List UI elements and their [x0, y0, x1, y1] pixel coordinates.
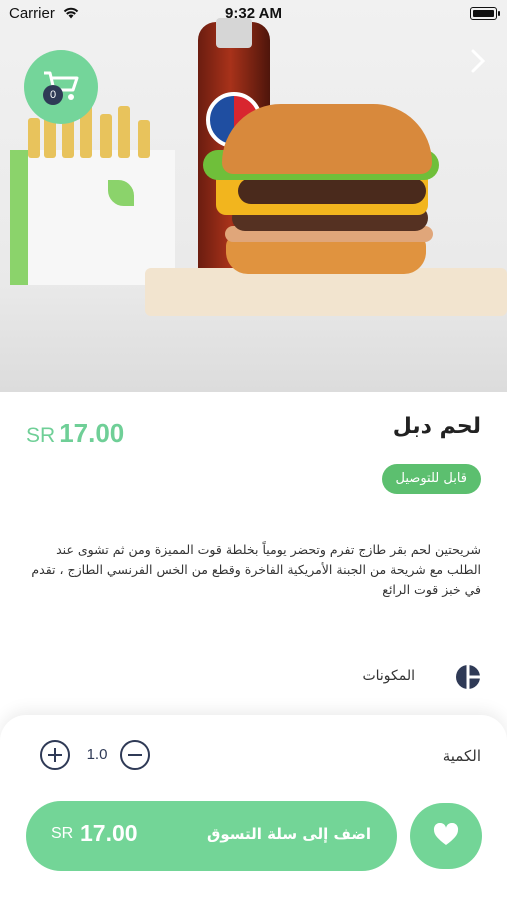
price-value: 17.00: [59, 418, 125, 448]
ingredients-label: المكونات: [362, 668, 415, 684]
product-description: شريحتين لحم بقر طازج تفرم وتحضر يومياً ب…: [31, 542, 481, 597]
cart-button[interactable]: [24, 50, 98, 124]
favorite-button[interactable]: [410, 803, 482, 869]
order-sheet: الكمية 1.0 SR 17.00 اضف إلى سلة التسوق: [0, 715, 507, 900]
battery-icon: [470, 7, 500, 20]
add-to-cart-button[interactable]: SR 17.00 اضف إلى سلة التسوق: [26, 801, 397, 871]
increase-quantity-button[interactable]: [40, 740, 70, 770]
price-currency: SR: [26, 424, 56, 447]
quantity-stepper: 1.0: [40, 740, 152, 774]
total-currency: SR: [51, 825, 74, 842]
quantity-label: الكمية: [442, 747, 481, 765]
quantity-value: 1.0: [86, 746, 108, 763]
heart-icon: [433, 823, 459, 845]
ingredients-row[interactable]: المكونات: [331, 662, 481, 694]
add-to-cart-label: اضف إلى سلة التسوق: [206, 825, 371, 843]
product-image: Carrier 9:32 AM 0: [0, 0, 507, 392]
decrease-quantity-button[interactable]: [120, 740, 150, 770]
total-price: 17.00: [80, 820, 138, 846]
clock: 9:32 AM: [225, 5, 282, 22]
delivery-badge: قابل للتوصيل: [381, 464, 481, 494]
product-title: لحم دبل: [392, 414, 481, 439]
status-bar: Carrier 9:32 AM: [0, 0, 507, 28]
product-price: SR 17.00: [26, 418, 124, 449]
chevron-right-icon[interactable]: [467, 48, 489, 74]
fries-box: [10, 150, 175, 285]
ingredients-icon: [456, 665, 480, 689]
cart-count-badge: 0: [43, 85, 63, 105]
serving-board: [145, 268, 507, 316]
